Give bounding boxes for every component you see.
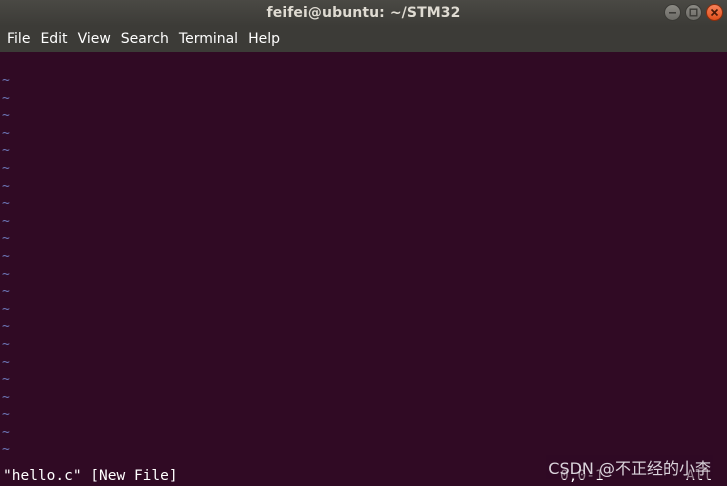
vim-tilde-line: ~ <box>2 266 10 282</box>
menu-file[interactable]: File <box>2 26 35 52</box>
vim-tilde-line: ~ <box>2 213 10 229</box>
vim-tilde-line: ~ <box>2 407 10 423</box>
menu-bar: File Edit View Search Terminal Help <box>0 26 727 52</box>
vim-tilde-line: ~ <box>2 301 10 317</box>
vim-tilde-line: ~ <box>2 108 10 124</box>
terminal-area[interactable]: ~ ~ ~ ~ ~ ~ ~ ~ ~ ~ ~ ~ ~ ~ ~ ~ ~ ~ ~ ~ ~ ~ "hello.c" [New Fi… <box>0 52 727 486</box>
vim-tilde-line: ~ <box>2 354 10 370</box>
vim-tilde-line: ~ <box>2 196 10 212</box>
menu-help[interactable]: Help <box>243 26 285 52</box>
close-button[interactable] <box>706 4 723 21</box>
maximize-icon <box>689 8 698 17</box>
menu-edit[interactable]: Edit <box>35 26 72 52</box>
menu-view[interactable]: View <box>73 26 116 52</box>
terminal-window: feifei@ubuntu: ~/STM32 File Edit View Se… <box>0 0 727 486</box>
window-controls <box>664 4 723 21</box>
vim-tilde-line: ~ <box>2 160 10 176</box>
vim-tilde-line: ~ <box>2 125 10 141</box>
vim-tilde-line: ~ <box>2 319 10 335</box>
vim-tilde-line: ~ <box>2 442 10 458</box>
menu-search[interactable]: Search <box>116 26 174 52</box>
vim-empty-lines: ~ ~ ~ ~ ~ ~ ~ ~ ~ ~ ~ ~ ~ ~ ~ ~ ~ ~ ~ ~ ~ ~ <box>2 72 14 459</box>
vim-tilde-line: ~ <box>2 336 10 352</box>
vim-tilde-line: ~ <box>2 90 10 106</box>
vim-tilde-line: ~ <box>2 284 10 300</box>
vim-tilde-line: ~ <box>2 389 10 405</box>
file-info: "hello.c" [New File] <box>3 468 178 484</box>
vim-tilde-line: ~ <box>2 178 10 194</box>
vim-tilde-line: ~ <box>2 73 10 88</box>
vim-tilde-line: ~ <box>2 231 10 247</box>
vim-tilde-line: ~ <box>2 424 10 440</box>
vim-tilde-line: ~ <box>2 143 10 159</box>
vim-tilde-line: ~ <box>2 248 10 264</box>
minimize-button[interactable] <box>664 4 681 21</box>
maximize-button[interactable] <box>685 4 702 21</box>
window-title: feifei@ubuntu: ~/STM32 <box>266 5 461 21</box>
close-icon <box>710 8 719 17</box>
minimize-icon <box>669 12 676 14</box>
menu-terminal[interactable]: Terminal <box>174 26 243 52</box>
watermark: CSDN @不正经的小李 <box>546 455 713 479</box>
title-bar[interactable]: feifei@ubuntu: ~/STM32 <box>0 0 727 26</box>
vim-tilde-line: ~ <box>2 372 10 388</box>
